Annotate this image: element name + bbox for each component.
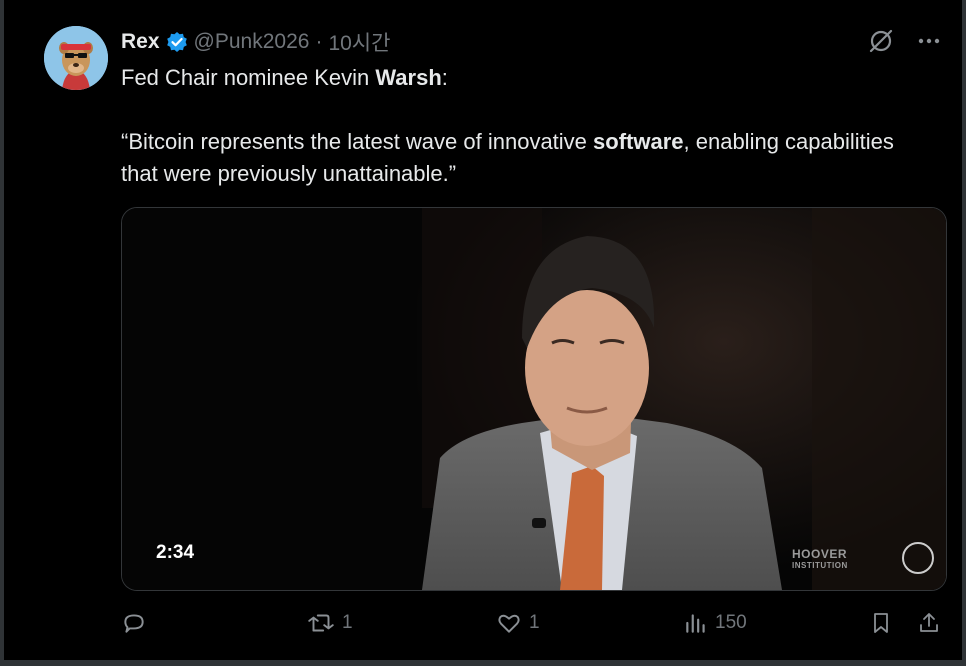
video-duration: 2:34 xyxy=(156,542,195,563)
watermark-logo: HOOVER INSTITUTION xyxy=(792,548,848,572)
tweet-quote: “Bitcoin represents the latest wave of i… xyxy=(121,126,921,190)
watermark-line1: HOOVER xyxy=(792,547,848,561)
tweet-text-line1: Fed Chair nominee Kevin Warsh: xyxy=(121,62,921,94)
action-bar: 1 1 150 xyxy=(121,610,951,640)
views-icon xyxy=(683,610,709,636)
verified-badge-icon xyxy=(166,31,188,53)
views-count: 150 xyxy=(715,612,747,633)
tweet-text: Fed Chair nominee Kevin Warsh: “Bitcoin … xyxy=(121,62,921,190)
reply-button[interactable] xyxy=(121,610,153,636)
header-separator: · xyxy=(315,30,323,53)
grok-icon[interactable] xyxy=(866,26,896,56)
views-button[interactable]: 150 xyxy=(683,610,747,636)
retweet-icon xyxy=(306,610,336,636)
reply-icon xyxy=(121,610,147,636)
author-handle[interactable]: @Punk2026 xyxy=(194,30,310,54)
avatar[interactable] xyxy=(44,26,108,90)
author-name[interactable]: Rex xyxy=(121,30,160,54)
like-count: 1 xyxy=(529,612,540,633)
seal-icon xyxy=(902,542,934,574)
retweet-button[interactable]: 1 xyxy=(306,610,353,636)
bookmark-icon xyxy=(869,610,893,636)
text-segment: “Bitcoin represents the latest wave of i… xyxy=(121,129,594,154)
text-segment: Fed Chair nominee Kevin xyxy=(121,65,376,90)
text-bold-segment: software xyxy=(593,129,684,154)
text-gap xyxy=(121,94,921,126)
tweet-header: Rex @Punk2026 · 10시간 xyxy=(121,28,390,56)
like-button[interactable]: 1 xyxy=(495,610,540,636)
retweet-count: 1 xyxy=(342,612,353,633)
share-button[interactable] xyxy=(917,610,941,636)
text-bold-segment: Warsh xyxy=(375,65,442,90)
like-icon xyxy=(495,610,523,636)
video-player[interactable]: 2:34 HOOVER INSTITUTION xyxy=(121,207,947,591)
header-actions xyxy=(866,26,944,56)
text-segment: : xyxy=(441,65,448,90)
watermark-line2: INSTITUTION xyxy=(792,561,848,570)
share-icon xyxy=(917,610,941,636)
bookmark-button[interactable] xyxy=(869,610,893,636)
more-icon[interactable] xyxy=(914,26,944,56)
post-time[interactable]: 10시간 xyxy=(328,27,390,57)
video-frame xyxy=(122,208,946,590)
